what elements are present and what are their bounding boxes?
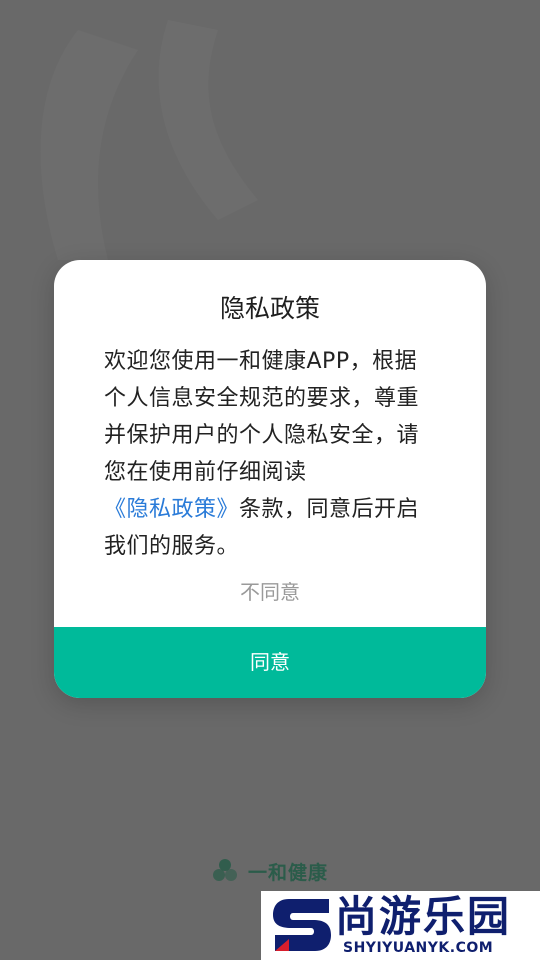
watermark-title: 尚游乐园 xyxy=(335,892,512,941)
message-text-before: 欢迎您使用一和健康APP，根据个人信息安全规范的要求，尊重并保护用户的个人隐私安… xyxy=(104,349,420,485)
dialog-message: 欢迎您使用一和健康APP，根据个人信息安全规范的要求，尊重并保护用户的个人隐私安… xyxy=(104,343,438,565)
clover-logo-icon xyxy=(213,859,237,881)
privacy-policy-dialog: 隐私政策 欢迎您使用一和健康APP，根据个人信息安全规范的要求，尊重并保护用户的… xyxy=(54,260,486,698)
agree-button[interactable]: 同意 xyxy=(54,627,486,698)
disagree-button[interactable]: 不同意 xyxy=(54,572,486,612)
s-logo-icon xyxy=(273,899,331,951)
privacy-policy-link[interactable]: 《隐私政策》 xyxy=(104,497,239,522)
brand-name: 一和健康 xyxy=(248,861,329,884)
site-watermark: 尚游乐园 SHYIYUANYK.COM xyxy=(261,891,540,960)
background-leaf-icon xyxy=(40,20,258,260)
watermark-url: SHYIYUANYK.COM xyxy=(343,940,494,956)
brand-footer: 一和健康 xyxy=(212,856,328,886)
dialog-title: 隐私政策 xyxy=(219,294,320,323)
